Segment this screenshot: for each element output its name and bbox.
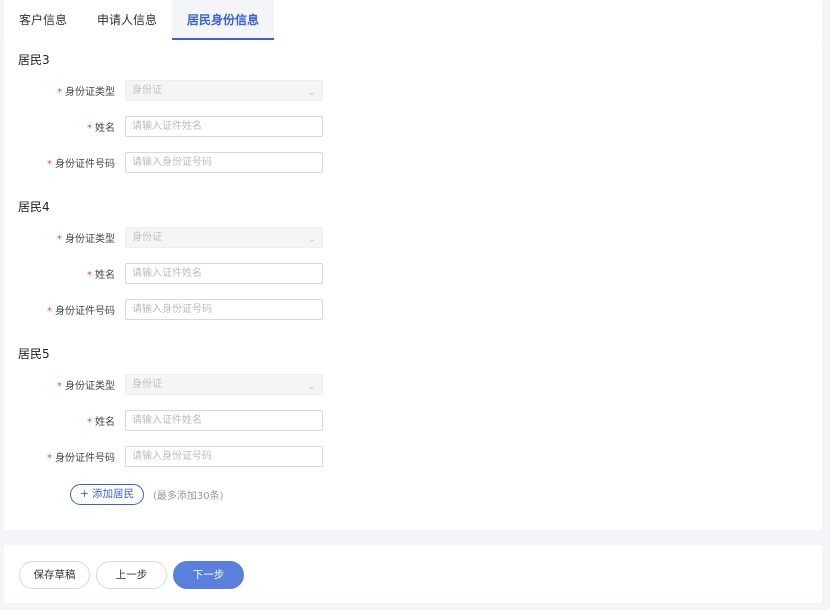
id-number-label-text: 身份证件号码 [55,159,115,170]
tab-applicant-info[interactable]: 申请人信息 [82,0,172,40]
name-label-text: 姓名 [95,417,115,428]
id-type-label: * 身份证类型 [57,230,115,245]
chevron-down-icon: ⌄ [307,381,316,392]
required-mark: * [57,87,62,98]
id-number-input[interactable]: 请输入身份证号码 [125,299,323,320]
id-type-label: * 身份证类型 [57,83,115,98]
id-type-value: 身份证 [132,85,162,96]
id-type-row: * 身份证类型 身份证 ⌄ [4,374,334,395]
name-row: * 姓名 请输入证件姓名 [4,410,334,431]
tab-customer-info[interactable]: 客户信息 [4,0,82,40]
previous-step-button[interactable]: 上一步 [96,561,167,589]
name-label-text: 姓名 [95,123,115,134]
tab-resident-id-info[interactable]: 居民身份信息 [172,0,275,40]
tab-bar: 客户信息 申请人信息 居民身份信息 [4,0,822,40]
save-draft-button[interactable]: 保存草稿 [19,561,90,589]
required-mark: * [57,234,62,245]
resident-title: 居民4 [18,200,50,214]
name-label-text: 姓名 [95,270,115,281]
add-limit-note: (最多添加30条) [153,491,224,502]
id-type-value: 身份证 [132,232,162,243]
id-number-row: * 身份证件号码 请输入身份证号码 [4,446,334,467]
required-mark: * [87,270,92,281]
id-type-value: 身份证 [132,379,162,390]
id-number-label-text: 身份证件号码 [55,453,115,464]
id-number-label: * 身份证件号码 [47,302,115,317]
name-input[interactable]: 请输入证件姓名 [125,410,323,431]
id-number-label: * 身份证件号码 [47,449,115,464]
name-row: * 姓名 请输入证件姓名 [4,263,334,284]
name-row: * 姓名 请输入证件姓名 [4,116,334,137]
name-input[interactable]: 请输入证件姓名 [125,116,323,137]
resident-form-panel: 居民3 * 身份证类型 身份证 ⌄ * 姓名 请输入证件姓名 * 身份证件号码 请输入身… [4,40,822,530]
footer-actions: 保存草稿 上一步 下一步 [4,545,822,603]
chevron-down-icon: ⌄ [307,234,316,245]
id-type-select[interactable]: 身份证 ⌄ [125,227,323,248]
id-type-select[interactable]: 身份证 ⌄ [125,80,323,101]
required-mark: * [87,123,92,134]
name-label: * 姓名 [87,119,115,134]
required-mark: * [47,453,52,464]
name-input[interactable]: 请输入证件姓名 [125,263,323,284]
id-number-input[interactable]: 请输入身份证号码 [125,446,323,467]
id-type-select[interactable]: 身份证 ⌄ [125,374,323,395]
next-step-button[interactable]: 下一步 [173,561,244,589]
name-label: * 姓名 [87,413,115,428]
required-mark: * [57,381,62,392]
id-number-input[interactable]: 请输入身份证号码 [125,152,323,173]
resident-title: 居民3 [18,53,50,67]
name-label: * 姓名 [87,266,115,281]
required-mark: * [87,417,92,428]
id-type-label-text: 身份证类型 [65,87,115,98]
id-type-row: * 身份证类型 身份证 ⌄ [4,80,334,101]
id-number-row: * 身份证件号码 请输入身份证号码 [4,299,334,320]
required-mark: * [47,159,52,170]
required-mark: * [47,306,52,317]
id-type-label: * 身份证类型 [57,377,115,392]
id-type-label-text: 身份证类型 [65,234,115,245]
add-resident-button[interactable]: + 添加居民 [70,484,145,505]
id-number-row: * 身份证件号码 请输入身份证号码 [4,152,334,173]
id-type-label-text: 身份证类型 [65,381,115,392]
id-type-row: * 身份证类型 身份证 ⌄ [4,227,334,248]
resident-title: 居民5 [18,347,50,361]
id-number-label-text: 身份证件号码 [55,306,115,317]
id-number-label: * 身份证件号码 [47,155,115,170]
chevron-down-icon: ⌄ [307,87,316,98]
